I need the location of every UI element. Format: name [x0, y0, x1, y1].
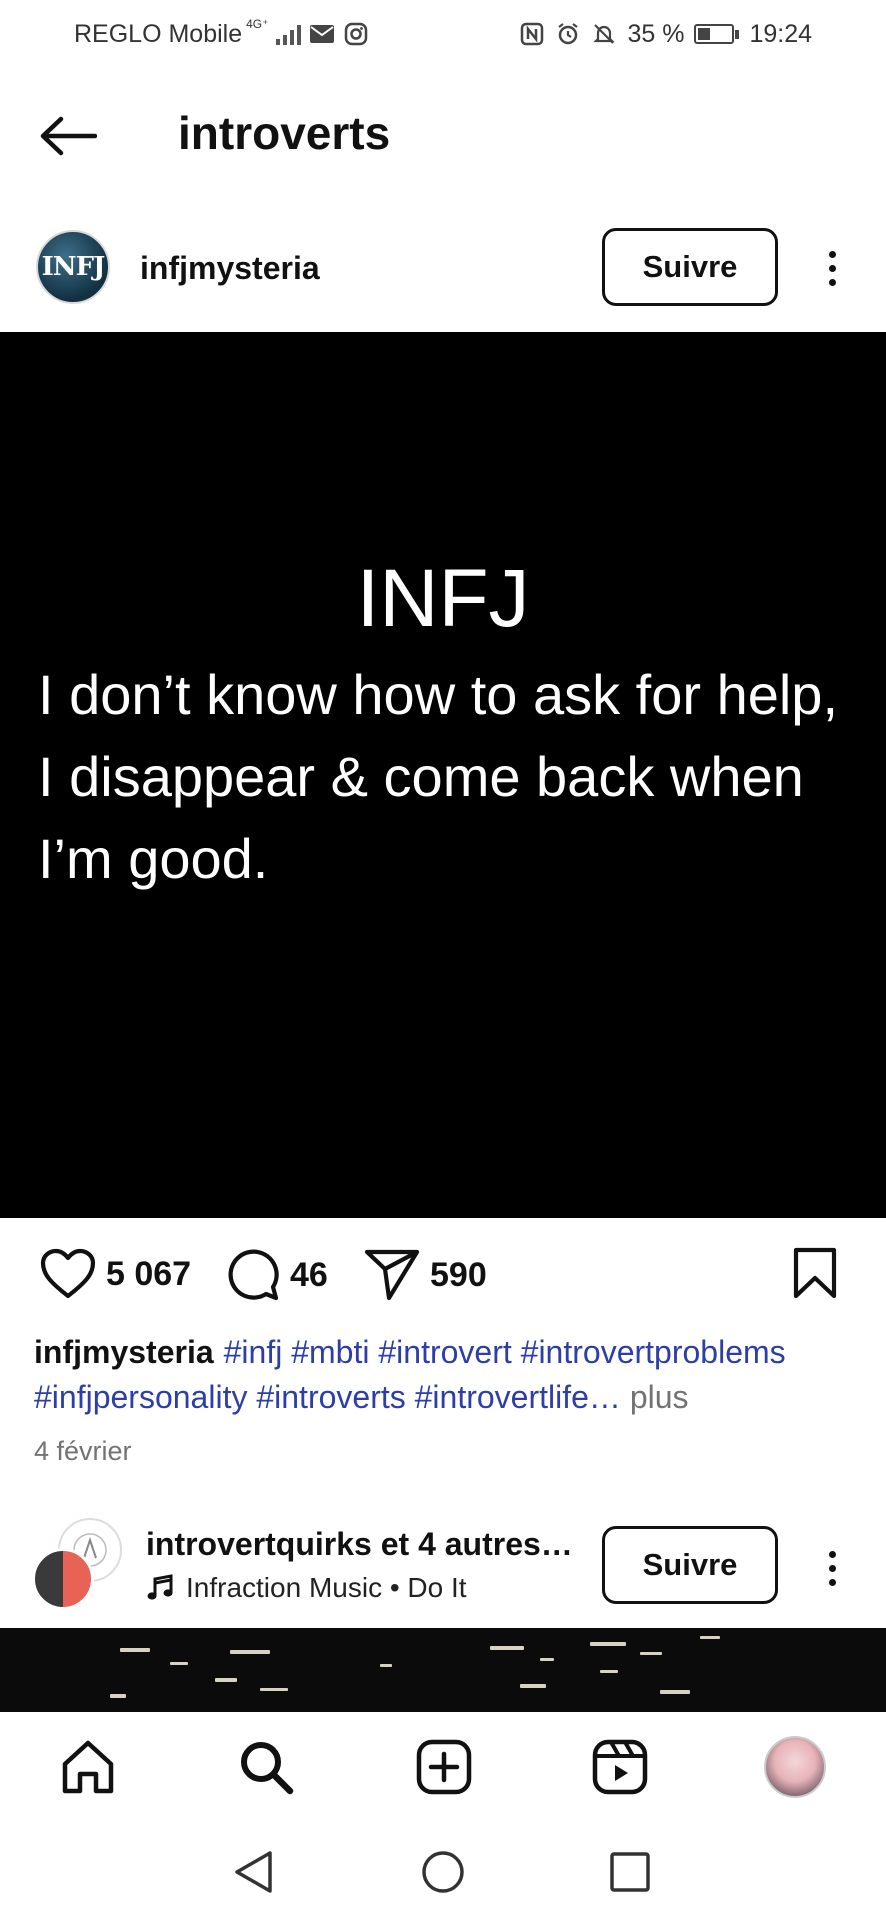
post-date: 4 février — [34, 1436, 132, 1466]
comment-icon — [228, 1249, 279, 1301]
more-options-icon-2[interactable] — [817, 1538, 847, 1598]
like-count: 5 067 — [106, 1254, 192, 1293]
system-home-button[interactable] — [415, 1844, 471, 1900]
clock: 19:24 — [749, 19, 812, 48]
post-username[interactable]: infjmysteria — [140, 250, 320, 287]
caption-username[interactable]: infjmysteria — [34, 1334, 214, 1370]
carrier-name: REGLO Mobile — [74, 19, 243, 48]
save-button[interactable] — [792, 1246, 838, 1300]
back-button[interactable] — [36, 110, 100, 162]
alarm-icon — [555, 22, 581, 46]
nav-create[interactable] — [411, 1734, 477, 1800]
status-bar: REGLO Mobile 4G⁺ 35 % 19:24 — [0, 0, 886, 68]
post-caption: infjmysteria #infj #mbti #introvert #intr… — [34, 1330, 864, 1420]
post2-usernames[interactable]: introvertquirks et 4 autres… — [146, 1526, 573, 1563]
follow-button[interactable]: Suivre — [602, 228, 778, 306]
system-back-button[interactable] — [226, 1844, 282, 1900]
system-recents-button[interactable] — [602, 1844, 658, 1900]
bottom-nav — [0, 1712, 886, 1822]
image-quote: I don’t know how to ask for help, I disa… — [38, 663, 838, 890]
post-image[interactable]: INFJ I don’t know how to ask for help, I… — [0, 332, 886, 1218]
caption-more-link[interactable]: plus — [630, 1379, 689, 1415]
post2-others[interactable]: et 4 autres… — [381, 1526, 573, 1562]
post-header: INFJ infjmysteria Suivre — [0, 226, 886, 310]
post2-header: introvertquirks et 4 autres… Infraction … — [0, 1518, 886, 1618]
share-count: 590 — [430, 1255, 487, 1294]
music-info[interactable]: Infraction Music • Do It — [146, 1572, 467, 1604]
network-type: 4G⁺ — [246, 17, 269, 31]
avatar-text: INFJ — [41, 252, 106, 282]
comment-button[interactable]: 46 — [226, 1248, 328, 1302]
follow-button-2[interactable]: Suivre — [602, 1526, 778, 1604]
nfc-icon — [519, 22, 545, 46]
back-arrow-icon — [40, 116, 97, 156]
add-post-icon — [416, 1739, 472, 1795]
mail-icon — [309, 22, 335, 46]
signal-icon — [276, 23, 302, 45]
more-options-icon[interactable] — [817, 238, 847, 298]
comment-count: 46 — [290, 1255, 328, 1294]
caption-hashtags-2[interactable]: #infjpersonality #introverts #introvertl… — [34, 1379, 621, 1415]
search-icon — [241, 1742, 294, 1795]
avatar[interactable]: INFJ — [36, 230, 110, 304]
silent-bell-icon — [591, 22, 617, 46]
nav-home[interactable] — [55, 1734, 121, 1800]
heart-icon — [40, 1248, 96, 1299]
music-note-icon — [147, 1574, 173, 1600]
image-title: INFJ — [356, 553, 530, 644]
triangle-back-icon — [235, 1851, 272, 1893]
page-title: introverts — [178, 107, 391, 159]
music-title: Infraction Music • Do It — [186, 1572, 467, 1603]
reels-icon — [592, 1739, 648, 1795]
square-recents-icon — [610, 1852, 650, 1892]
collab-avatar-2[interactable] — [32, 1548, 94, 1610]
page-header: introverts — [0, 96, 886, 176]
profile-avatar — [764, 1736, 826, 1798]
send-icon — [364, 1249, 420, 1301]
caption-hashtags-1[interactable]: #infj #mbti #introvert #introvertproblem… — [224, 1334, 786, 1370]
like-button[interactable]: 5 067 — [40, 1248, 191, 1300]
post2-image[interactable] — [0, 1628, 886, 1712]
nav-reels[interactable] — [587, 1734, 653, 1800]
battery-percent: 35 % — [627, 19, 685, 48]
post-actions: 5 067 46 590 — [0, 1240, 886, 1310]
share-button[interactable]: 590 — [364, 1248, 487, 1302]
system-nav — [0, 1822, 886, 1920]
home-icon — [62, 1740, 114, 1794]
circle-home-icon — [422, 1851, 464, 1893]
battery-icon — [694, 24, 740, 44]
post2-username[interactable]: introvertquirks — [146, 1526, 372, 1562]
nav-search[interactable] — [233, 1734, 299, 1800]
instagram-notification-icon — [343, 22, 369, 46]
nav-profile[interactable] — [762, 1734, 828, 1800]
bookmark-icon — [793, 1247, 837, 1299]
